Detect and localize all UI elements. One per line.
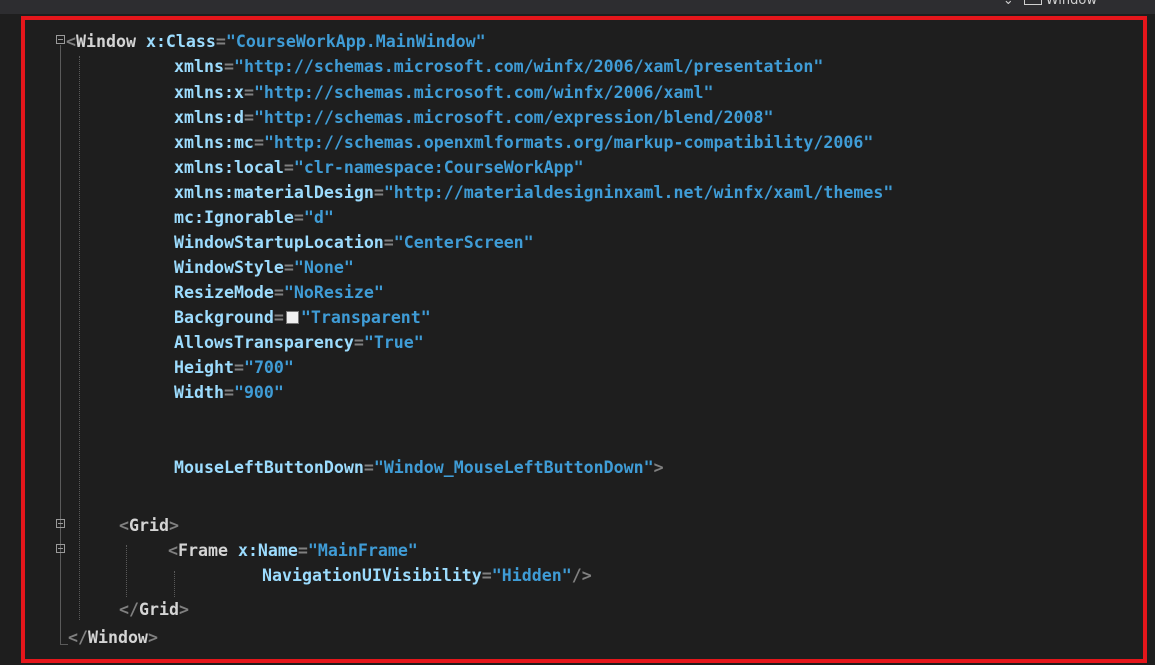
code-line: xmlns:local="clr-namespace:CourseWorkApp… [174, 158, 584, 177]
code-line: xmlns="http://schemas.microsoft.com/winf… [174, 57, 824, 76]
code-line: MouseLeftButtonDown="Window_MouseLeftBut… [174, 458, 664, 477]
code-line: <Frame x:Name="MainFrame" [168, 541, 418, 560]
color-swatch-icon[interactable] [285, 311, 299, 324]
code-line: </Grid> [119, 600, 189, 619]
code-line: NavigationUIVisibility="Hidden"/> [262, 566, 592, 585]
code-line: WindowStyle="None" [174, 258, 354, 277]
code-line: xmlns:mc="http://schemas.openxmlformats.… [174, 133, 874, 152]
code-line: Height="700" [174, 358, 294, 377]
code-area[interactable]: <Window x:Class="CourseWorkApp.MainWindo… [0, 0, 1155, 665]
code-line: <Window x:Class="CourseWorkApp.MainWindo… [66, 32, 486, 51]
code-line: ResizeMode="NoResize" [174, 283, 384, 302]
xaml-editor[interactable]: ⌄ Window <Window x:Class="CourseWorkApp.M… [0, 0, 1155, 665]
code-line: <Grid> [119, 516, 179, 535]
code-line: Background= "Transparent" [174, 308, 431, 327]
code-line: mc:Ignorable="d" [174, 208, 334, 227]
code-line: xmlns:materialDesign="http://materialdes… [174, 183, 894, 202]
code-line: WindowStartupLocation="CenterScreen" [174, 233, 534, 252]
code-line: AllowsTransparency="True" [174, 333, 424, 352]
code-line: </Window> [68, 628, 158, 647]
code-line: xmlns:x="http://schemas.microsoft.com/wi… [174, 83, 714, 102]
code-line: Width="900" [174, 383, 284, 402]
code-line: xmlns:d="http://schemas.microsoft.com/ex… [174, 108, 774, 127]
